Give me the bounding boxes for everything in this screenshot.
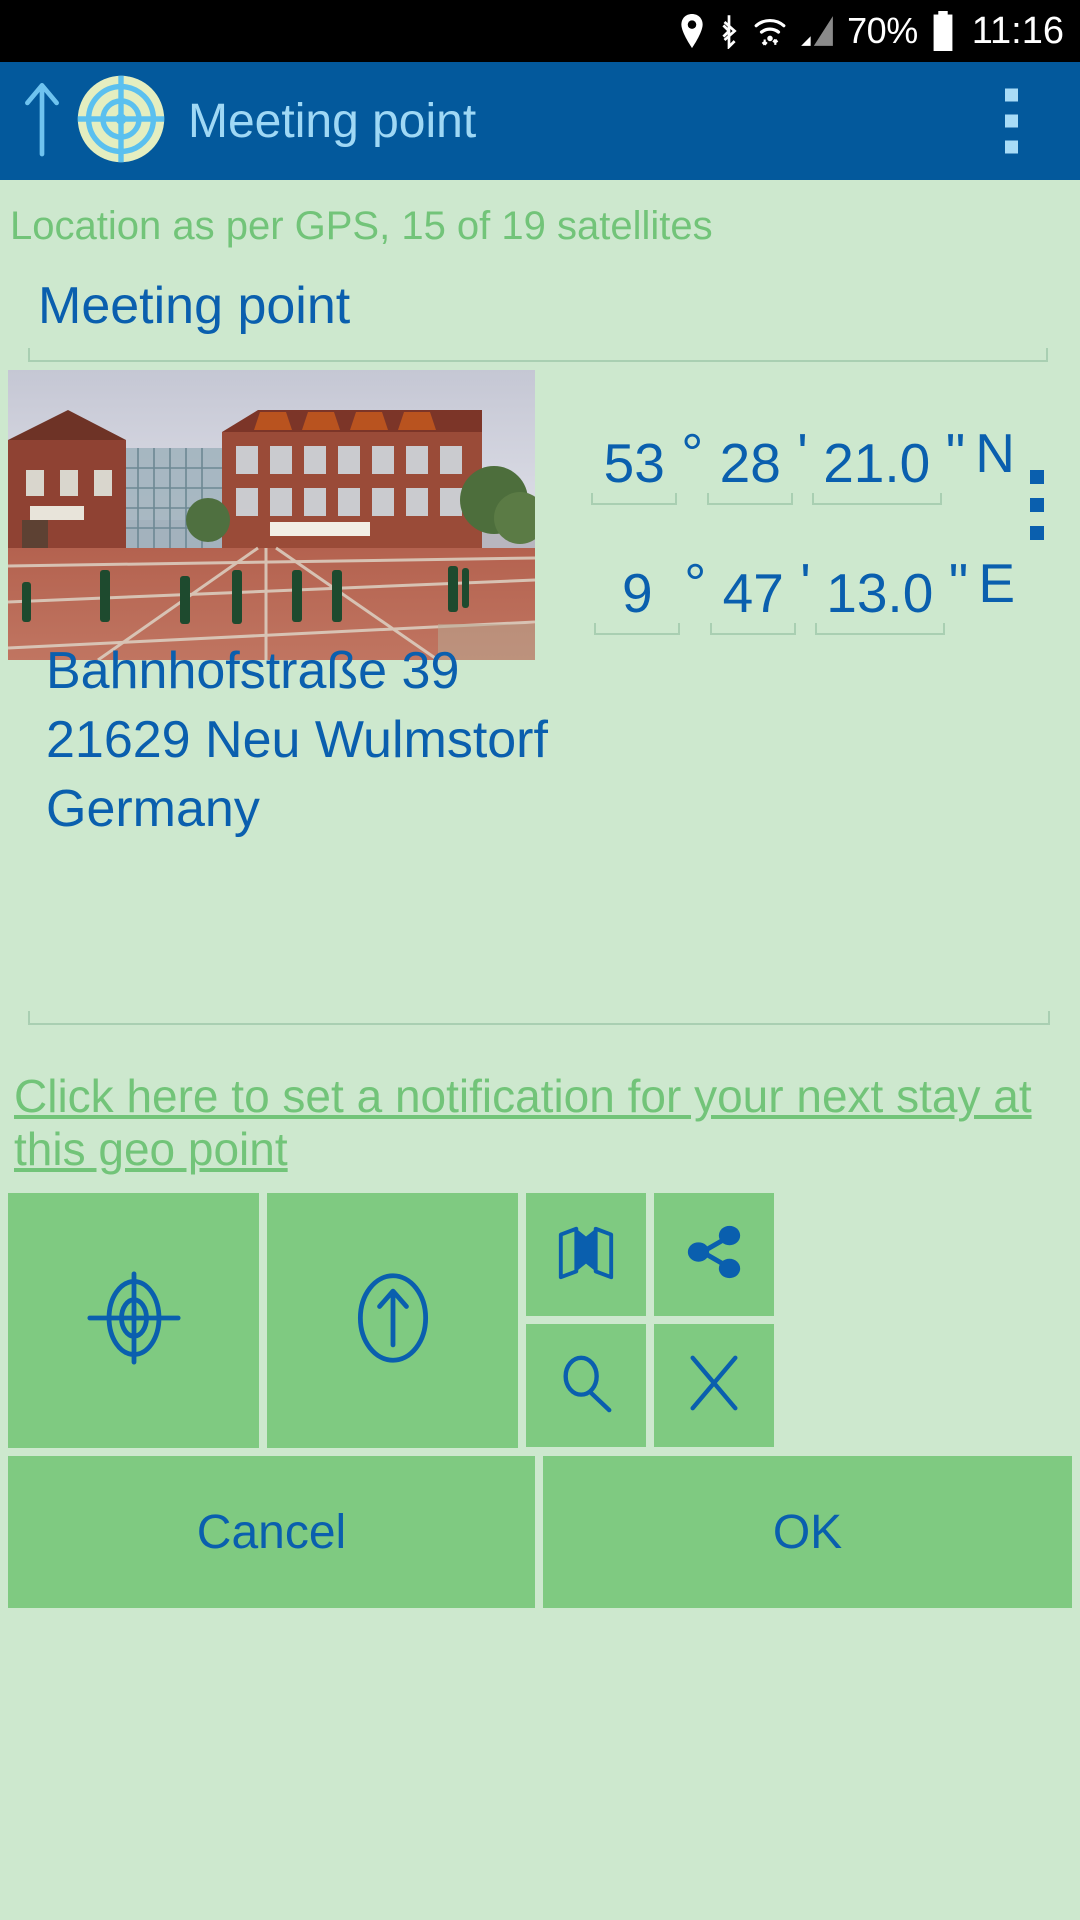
overflow-menu-icon [1030,470,1044,484]
latitude-row: 53 ° 28 ' 21.0 " N [545,375,1015,505]
status-bar: 70% 11:16 [0,0,1080,62]
search-button[interactable] [526,1324,646,1447]
longitude-hemisphere[interactable]: E [978,556,1015,611]
latitude-seconds-field[interactable]: 21.0 [811,432,942,505]
address-line-3: Germany [46,780,260,838]
field-underline [707,493,794,505]
share-button[interactable] [654,1193,774,1316]
close-x-icon [683,1352,745,1419]
field-underline [814,623,945,635]
latitude-minutes-value: 28 [719,432,781,495]
gps-status-label: Location as per GPS, 15 of 19 satellites [10,204,713,248]
latitude-minutes-field[interactable]: 28 [707,432,794,505]
coordinates-overflow-button[interactable] [1020,460,1054,550]
cellular-signal-icon [799,14,835,48]
field-underline [591,493,678,505]
title-field-wrapper [28,270,1048,362]
field-underline [710,623,797,635]
ok-button[interactable]: OK [543,1456,1072,1608]
arrow-up-icon [19,81,65,162]
degree-symbol: ° [684,552,707,614]
longitude-seconds-field[interactable]: 13.0 [814,562,945,635]
app-bar: Meeting point [0,62,1080,180]
overflow-menu-icon [1005,114,1018,128]
small-tile-row-top [526,1193,774,1316]
small-tile-column [526,1193,774,1448]
latitude-degrees-field[interactable]: 53 [591,432,678,505]
meeting-point-title-input[interactable] [38,276,978,336]
longitude-row: 9 ° 47 ' 13.0 " E [545,505,1015,635]
crosshair-target-icon [86,1270,182,1371]
longitude-minutes-value: 47 [722,562,784,625]
clear-button[interactable] [654,1324,774,1447]
coordinates-block: 53 ° 28 ' 21.0 " N 9 ° 47 ' 13.0 " E [545,375,1015,635]
navigate-button[interactable] [267,1193,518,1448]
wifi-icon [753,14,787,48]
minute-symbol: ' [797,422,808,484]
latitude-seconds-value: 21.0 [823,432,931,495]
overflow-menu-icon [1030,526,1044,540]
crosshair-target-icon [76,74,166,169]
map-icon [555,1221,617,1288]
overflow-menu-button[interactable] [995,79,1028,164]
address-line-1: Bahnhofstraße 39 [46,642,460,700]
arrow-up-circle-icon [345,1270,441,1371]
share-icon [683,1221,745,1288]
degree-symbol: ° [681,422,704,484]
up-navigation-button[interactable] [10,81,74,162]
battery-percent-label: 70% [847,10,918,51]
overflow-menu-icon [1030,498,1044,512]
content-area: Location as per GPS, 15 of 19 satellites [0,180,1080,1920]
dialog-action-bar: Cancel OK [8,1456,1072,1608]
cancel-button[interactable]: Cancel [8,1456,535,1608]
second-symbol: " [945,422,966,484]
address-block: Bahnhofstraße 39 21629 Neu Wulmstorf Ger… [46,645,548,852]
small-tile-row-bottom [526,1324,774,1447]
magnifier-icon [555,1352,617,1419]
field-underline [594,623,681,635]
longitude-degrees-value: 9 [621,562,653,625]
status-bar-clock: 11:16 [971,9,1064,52]
location-pin-icon [679,14,705,48]
location-photo[interactable] [8,370,535,660]
title-field-underline [28,348,1048,362]
address-line-2: 21629 Neu Wulmstorf [46,711,548,769]
overflow-menu-icon [1005,140,1018,154]
bluetooth-icon [717,13,741,49]
longitude-seconds-value: 13.0 [826,562,934,625]
field-underline [811,493,942,505]
set-notification-link[interactable]: Click here to set a notification for you… [14,1070,1066,1176]
minute-symbol: ' [800,552,811,614]
page-title: Meeting point [188,94,477,148]
locate-button[interactable] [8,1193,259,1448]
latitude-hemisphere[interactable]: N [975,426,1015,481]
longitude-minutes-field[interactable]: 47 [710,562,797,635]
battery-icon [930,11,956,51]
app-root: 70% 11:16 Meeting point Location as per … [0,0,1080,1920]
action-tile-grid [8,1193,1072,1448]
longitude-degrees-field[interactable]: 9 [594,562,681,635]
notes-field-underline[interactable] [28,1011,1050,1025]
map-button[interactable] [526,1193,646,1316]
latitude-degrees-value: 53 [603,432,665,495]
overflow-menu-icon [1005,88,1018,102]
second-symbol: " [948,552,969,614]
app-logo [76,74,166,169]
